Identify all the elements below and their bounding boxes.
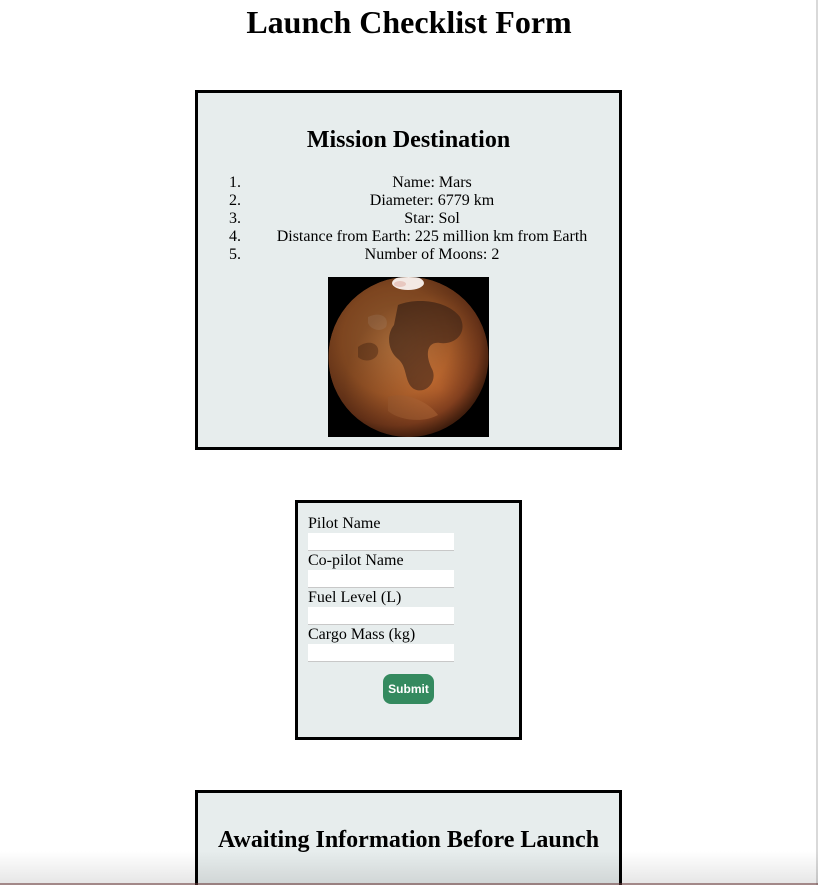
cargo-mass-label: Cargo Mass (kg) xyxy=(308,626,416,643)
list-number: 1. xyxy=(229,174,241,191)
page-title: Launch Checklist Form xyxy=(246,4,572,40)
mission-destination-panel: Mission Destination 1. Name: Mars 2. Diame… xyxy=(195,90,622,450)
planet-image xyxy=(328,277,489,437)
list-number: 2. xyxy=(229,192,241,209)
list-item: 2. Diameter: 6779 km xyxy=(226,192,604,210)
list-number: 3. xyxy=(229,210,241,227)
list-number: 5. xyxy=(229,246,241,263)
submit-button[interactable]: Submit xyxy=(383,674,434,704)
launch-status-heading: Awaiting Information Before Launch xyxy=(217,827,600,853)
mission-name: Name: Mars xyxy=(392,174,472,191)
mission-distance: Distance from Earth: 225 million km from… xyxy=(276,228,588,245)
cargo-mass-input[interactable] xyxy=(308,644,454,662)
list-number: 4. xyxy=(229,228,241,245)
mission-star: Star: Sol xyxy=(404,210,460,227)
fuel-level-input[interactable] xyxy=(308,607,454,625)
fuel-level-label: Fuel Level (L) xyxy=(308,589,402,606)
mission-details-list: 1. Name: Mars 2. Diameter: 6779 km 3. Star:… xyxy=(226,174,604,264)
mission-destination-heading: Mission Destination xyxy=(306,127,511,153)
mission-diameter: Diameter: 6779 km xyxy=(369,192,495,209)
copilot-name-input[interactable] xyxy=(308,570,454,588)
pilot-name-label: Pilot Name xyxy=(308,515,381,532)
copilot-name-label: Co-pilot Name xyxy=(308,552,404,569)
list-item: 3. Star: Sol xyxy=(226,210,604,228)
list-item: 4. Distance from Earth: 225 million km fr… xyxy=(226,228,604,246)
list-item: 5. Number of Moons: 2 xyxy=(226,246,604,264)
list-item: 1. Name: Mars xyxy=(226,174,604,192)
launch-status-panel: Awaiting Information Before Launch xyxy=(195,790,622,885)
mission-moons: Number of Moons: 2 xyxy=(364,246,500,263)
launch-form-panel: Pilot Name Co-pilot Name Fuel Level (L) … xyxy=(295,500,522,740)
launch-form: Pilot Name Co-pilot Name Fuel Level (L) … xyxy=(308,514,508,662)
pilot-name-input[interactable] xyxy=(308,533,454,551)
mars-image xyxy=(328,277,489,437)
